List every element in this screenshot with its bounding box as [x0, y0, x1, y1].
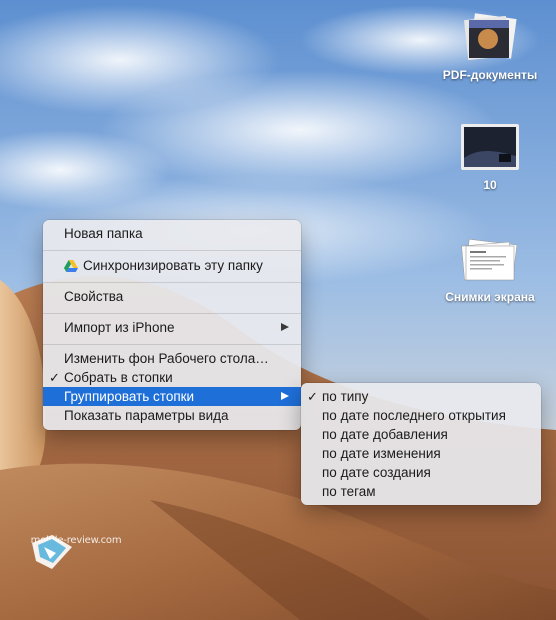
google-drive-icon — [64, 258, 78, 277]
menu-item-label: по дате создания — [322, 465, 431, 480]
watermark: mobile-review.com — [26, 533, 126, 569]
screenshot-stack-icon — [459, 236, 521, 286]
submenu-item-by-tags[interactable]: по тегам — [301, 482, 541, 501]
menu-item-label: по дате добавления — [322, 427, 448, 442]
menu-item-label: Показать параметры вида — [64, 408, 229, 423]
submenu-item-by-last-opened[interactable]: по дате последнего открытия — [301, 406, 541, 425]
menu-item-label: Группировать стопки — [64, 389, 195, 404]
menu-item-group-stacks[interactable]: Группировать стопки — [43, 387, 301, 406]
menu-item-label: Изменить фон Рабочего стола… — [64, 351, 269, 366]
menu-item-label: Синхронизировать эту папку — [83, 258, 263, 273]
mobile-review-logo — [32, 535, 72, 569]
submenu-item-by-date-modified[interactable]: по дате изменения — [301, 444, 541, 463]
stack-label: 10 — [483, 178, 497, 192]
menu-item-sync-folder[interactable]: Синхронизировать эту папку — [43, 256, 301, 275]
stack-label: PDF-документы — [442, 68, 538, 82]
menu-item-label: по дате изменения — [322, 446, 441, 461]
checkmark-icon: ✓ — [49, 370, 60, 385]
checkmark-icon: ✓ — [307, 389, 318, 404]
submenu-arrow-icon — [281, 323, 289, 331]
menu-item-label: Собрать в стопки — [64, 370, 173, 385]
menu-item-label: по типу — [322, 389, 369, 404]
menu-separator — [43, 282, 301, 283]
desktop-context-menu: Новая папка Синхронизировать эту папку С… — [43, 220, 301, 430]
movie-stack-icon — [459, 120, 521, 174]
menu-item-show-view-options[interactable]: Показать параметры вида — [43, 406, 301, 425]
menu-item-change-wallpaper[interactable]: Изменить фон Рабочего стола… — [43, 349, 301, 368]
menu-item-label: Свойства — [64, 289, 124, 304]
menu-item-use-stacks[interactable]: ✓ Собрать в стопки — [43, 368, 301, 387]
menu-item-label: Новая папка — [64, 226, 143, 241]
submenu-item-by-date-created[interactable]: по дате создания — [301, 463, 541, 482]
stack-pdf[interactable]: PDF-документы — [425, 12, 555, 82]
group-stacks-submenu: ✓ по типу по дате последнего открытия по… — [301, 383, 541, 505]
submenu-item-by-kind[interactable]: ✓ по типу — [301, 387, 541, 406]
menu-separator — [43, 344, 301, 345]
submenu-arrow-icon — [281, 392, 289, 400]
menu-item-properties[interactable]: Свойства — [43, 287, 301, 306]
pdf-stack-icon — [460, 12, 520, 64]
menu-item-label: по дате последнего открытия — [322, 408, 506, 423]
menu-separator — [43, 313, 301, 314]
menu-separator — [43, 250, 301, 251]
menu-item-import-iphone[interactable]: Импорт из iPhone — [43, 318, 301, 337]
stack-10[interactable]: 10 — [425, 120, 555, 192]
menu-item-new-folder[interactable]: Новая папка — [43, 224, 301, 243]
menu-item-label: по тегам — [322, 484, 376, 499]
submenu-item-by-date-added[interactable]: по дате добавления — [301, 425, 541, 444]
stack-screenshots[interactable]: Снимки экрана — [425, 236, 555, 304]
menu-item-label: Импорт из iPhone — [64, 320, 175, 335]
stack-label: Снимки экрана — [445, 290, 535, 304]
